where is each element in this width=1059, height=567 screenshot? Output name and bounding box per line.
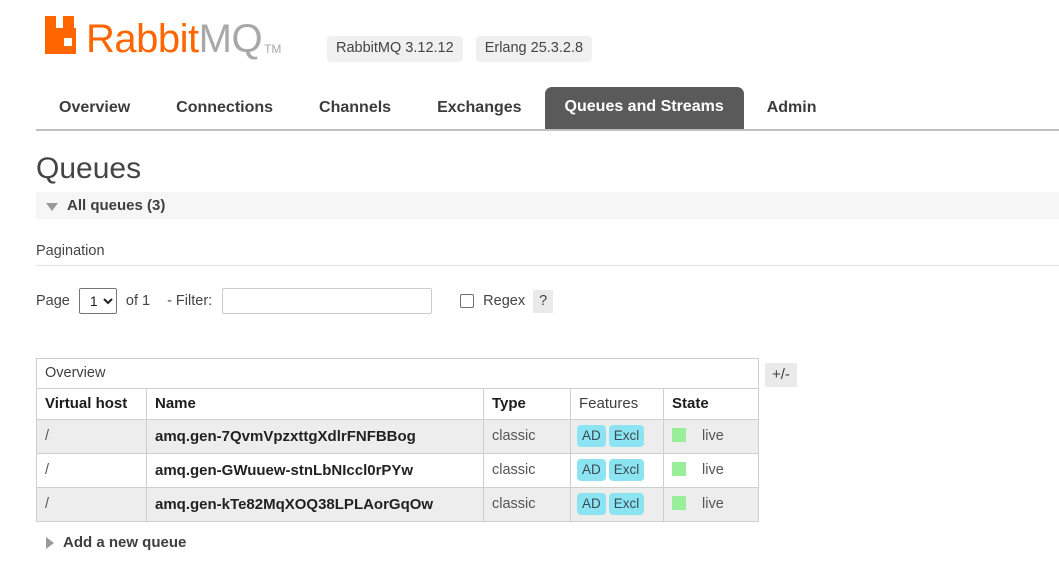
- state-label: live: [702, 496, 724, 512]
- filter-label: - Filter:: [167, 293, 213, 309]
- version-badges: RabbitMQ 3.12.12 Erlang 25.3.2.8: [327, 36, 593, 62]
- cell-queue-name[interactable]: amq.gen-kTe82MqXOQ38LPLAorGqOw: [146, 487, 484, 522]
- add-new-queue-section[interactable]: Add a new queue: [36, 534, 186, 551]
- tab-queues-and-streams[interactable]: Queues and Streams: [544, 87, 744, 129]
- tab-admin[interactable]: Admin: [744, 88, 840, 129]
- logo-text-mq: MQ: [198, 17, 263, 61]
- all-queues-label: All queues (3): [67, 197, 166, 214]
- state-label: live: [702, 462, 724, 478]
- cell-features: AD Excl: [570, 453, 664, 488]
- cell-queue-name[interactable]: amq.gen-7QvmVpzxttgXdlrFNFBBog: [146, 419, 484, 454]
- cell-features: AD Excl: [570, 419, 664, 454]
- tab-overview[interactable]: Overview: [36, 88, 153, 129]
- logo-wordmark: RabbitMQ: [86, 17, 263, 61]
- logo-text-rabbit: Rabbit: [86, 17, 199, 61]
- feature-badge-ad[interactable]: AD: [577, 425, 606, 447]
- cell-virtual-host: /: [36, 487, 147, 522]
- rabbitmq-version-badge: RabbitMQ 3.12.12: [327, 36, 463, 62]
- page-select[interactable]: 1: [78, 288, 117, 314]
- page-title: Queues: [36, 152, 142, 185]
- cell-type: classic: [483, 487, 571, 522]
- page-header: RabbitMQ TM RabbitMQ 3.12.12 Erlang 25.3…: [0, 0, 1059, 86]
- nav-underline: [36, 129, 1059, 131]
- cell-state: live: [662, 419, 760, 454]
- chevron-right-icon: [46, 536, 54, 549]
- column-header-name[interactable]: Name: [146, 388, 484, 420]
- logo-trademark: TM: [264, 42, 282, 56]
- regex-toggle[interactable]: Regex ?: [460, 289, 554, 313]
- cell-state: live: [662, 487, 760, 522]
- feature-badge-excl[interactable]: Excl: [608, 425, 645, 447]
- pagination-section: Pagination: [36, 243, 1059, 266]
- feature-badge-excl[interactable]: Excl: [608, 493, 645, 515]
- all-queues-section-header[interactable]: All queues (3): [36, 192, 1059, 219]
- state-label: live: [702, 428, 724, 444]
- state-indicator-icon: [672, 428, 686, 442]
- toggle-columns-button[interactable]: +/-: [765, 363, 797, 387]
- rabbitmq-logo[interactable]: RabbitMQ TM: [44, 14, 281, 60]
- tab-exchanges[interactable]: Exchanges: [414, 88, 544, 129]
- state-indicator-icon: [672, 462, 686, 476]
- feature-badge-excl[interactable]: Excl: [608, 459, 645, 481]
- table-row[interactable]: / amq.gen-7QvmVpzxttgXdlrFNFBBog classic…: [36, 419, 760, 454]
- chevron-down-icon: [46, 202, 58, 211]
- rabbitmq-management-page: RabbitMQ TM RabbitMQ 3.12.12 Erlang 25.3…: [0, 0, 1059, 567]
- table-column-header-row: Virtual host Name Type Features State: [36, 388, 760, 420]
- queues-table-container: Overview Virtual host Name Type Features…: [35, 358, 760, 522]
- erlang-version-badge: Erlang 25.3.2.8: [475, 36, 593, 62]
- regex-checkbox[interactable]: [460, 294, 475, 308]
- main-navigation: Overview Connections Channels Exchanges …: [0, 86, 1059, 132]
- state-indicator-icon: [672, 496, 686, 510]
- tab-connections[interactable]: Connections: [153, 88, 296, 129]
- pagination-controls: Page 1 of 1 - Filter: Regex ?: [36, 287, 554, 315]
- queues-table: Overview Virtual host Name Type Features…: [35, 358, 760, 522]
- pagination-title: Pagination: [36, 243, 105, 259]
- regex-help-button[interactable]: ?: [533, 289, 554, 313]
- cell-features: AD Excl: [570, 487, 664, 522]
- feature-badge-ad[interactable]: AD: [577, 493, 606, 515]
- cell-type: classic: [483, 453, 571, 488]
- column-header-state[interactable]: State: [662, 388, 760, 420]
- regex-label: Regex: [483, 293, 526, 309]
- cell-queue-name[interactable]: amq.gen-GWuuew-stnLbNIccl0rPYw: [146, 453, 484, 488]
- feature-badge-ad[interactable]: AD: [577, 459, 606, 481]
- table-row[interactable]: / amq.gen-GWuuew-stnLbNIccl0rPYw classic…: [36, 453, 760, 488]
- cell-virtual-host: /: [36, 419, 147, 454]
- filter-input[interactable]: [222, 288, 433, 314]
- cell-virtual-host: /: [36, 453, 147, 488]
- cell-state: live: [662, 453, 760, 488]
- tab-channels[interactable]: Channels: [296, 88, 414, 129]
- cell-type: classic: [483, 419, 571, 454]
- table-group-header-row: Overview: [35, 358, 760, 389]
- pagination-divider: [36, 265, 1059, 266]
- table-group-header-overview: Overview: [35, 358, 760, 389]
- column-header-features: Features: [570, 388, 664, 420]
- add-new-queue-label: Add a new queue: [63, 534, 187, 551]
- page-label: Page: [36, 292, 70, 309]
- page-total-label: of 1: [125, 293, 151, 309]
- rabbitmq-logo-icon: [44, 14, 82, 56]
- table-row[interactable]: / amq.gen-kTe82MqXOQ38LPLAorGqOw classic…: [36, 487, 760, 522]
- column-header-type[interactable]: Type: [483, 388, 571, 420]
- column-header-virtual-host[interactable]: Virtual host: [36, 388, 147, 420]
